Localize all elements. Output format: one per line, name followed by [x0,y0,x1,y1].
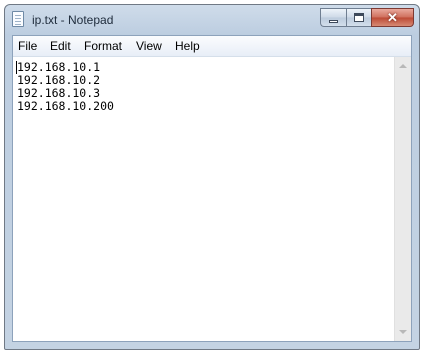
text-line: 192.168.10.200 [17,99,114,113]
vertical-scrollbar[interactable] [394,57,411,341]
notepad-window: ip.txt - Notepad ✕ File Edit Format View… [4,4,420,350]
scroll-down-arrow-icon [399,330,407,334]
minimize-button[interactable] [320,8,346,27]
text-editor[interactable]: 192.168.10.1 192.168.10.2 192.168.10.3 1… [13,57,394,341]
scroll-up-arrow-icon [399,64,407,68]
menu-file[interactable]: File [18,39,37,53]
scroll-up-button[interactable] [395,57,411,74]
client-area: File Edit Format View Help 192.168.10.1 … [12,35,412,342]
menu-view[interactable]: View [136,39,162,53]
caption-buttons: ✕ [320,8,414,27]
maximize-button[interactable] [346,8,371,27]
title-bar[interactable]: ip.txt - Notepad ✕ [5,5,419,35]
maximize-icon [354,13,364,22]
notepad-icon[interactable] [12,11,24,27]
window-title: ip.txt - Notepad [32,13,114,27]
close-button[interactable]: ✕ [371,8,414,27]
minimize-icon [329,20,338,23]
menu-bar: File Edit Format View Help [13,36,411,57]
menu-help[interactable]: Help [175,39,200,53]
close-icon: ✕ [387,10,398,25]
menu-format[interactable]: Format [84,39,122,53]
scroll-down-button[interactable] [395,324,411,341]
menu-edit[interactable]: Edit [50,39,71,53]
